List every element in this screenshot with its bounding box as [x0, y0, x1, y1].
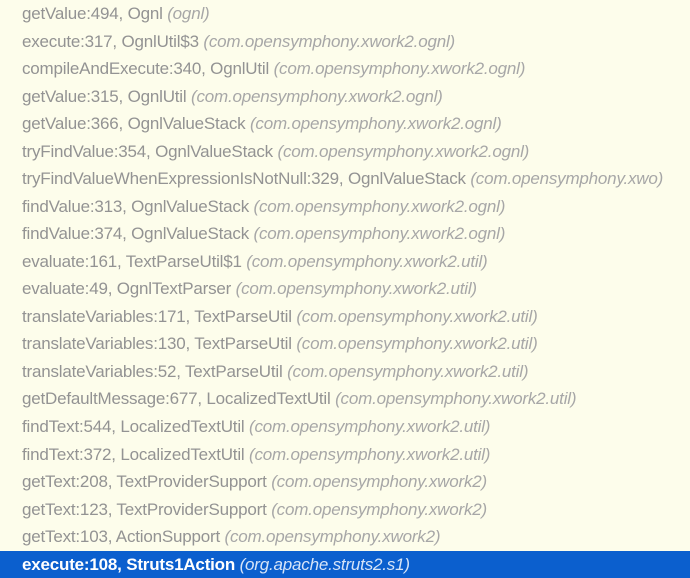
frame-signature: translateVariables:130, TextParseUtil [22, 334, 296, 353]
frame-package: (com.opensymphony.xwork2.util) [236, 279, 477, 298]
frame-signature: getValue:494, Ognl [22, 4, 167, 23]
stack-frame[interactable]: getValue:366, OgnlValueStack (com.opensy… [22, 110, 690, 138]
stack-frame[interactable]: findText:372, LocalizedTextUtil (com.ope… [22, 441, 690, 469]
stack-frame[interactable]: getText:103, ActionSupport (com.opensymp… [22, 523, 690, 551]
frame-signature: tryFindValueWhenExpressionIsNotNull:329,… [22, 169, 470, 188]
stack-frame[interactable]: translateVariables:52, TextParseUtil (co… [22, 358, 690, 386]
stack-frame[interactable]: evaluate:161, TextParseUtil$1 (com.opens… [22, 248, 690, 276]
frame-signature: getDefaultMessage:677, LocalizedTextUtil [22, 389, 335, 408]
stack-frame[interactable]: findValue:374, OgnlValueStack (com.opens… [22, 220, 690, 248]
frame-signature: getText:103, ActionSupport [22, 527, 225, 546]
frame-package: (com.opensymphony.xwork2.ognl) [254, 224, 506, 243]
frame-signature: findText:544, LocalizedTextUtil [22, 417, 249, 436]
frame-signature: translateVariables:52, TextParseUtil [22, 362, 287, 381]
frame-signature: compileAndExecute:340, OgnlUtil [22, 59, 274, 78]
frame-package: (com.opensymphony.xwork2.util) [287, 362, 528, 381]
frame-signature: getValue:315, OgnlUtil [22, 87, 191, 106]
stack-frame[interactable]: findText:544, LocalizedTextUtil (com.ope… [22, 413, 690, 441]
stack-frame[interactable]: translateVariables:171, TextParseUtil (c… [22, 303, 690, 331]
stack-frame[interactable]: getValue:315, OgnlUtil (com.opensymphony… [22, 83, 690, 111]
frame-signature: translateVariables:171, TextParseUtil [22, 307, 296, 326]
frame-package: (com.opensymphony.xwork2) [271, 500, 487, 519]
frame-package: (com.opensymphony.xwork2.ognl) [191, 87, 443, 106]
frame-signature: execute:317, OgnlUtil$3 [22, 32, 203, 51]
stack-frame[interactable]: tryFindValue:354, OgnlValueStack (com.op… [22, 138, 690, 166]
stack-frame[interactable]: execute:108, Struts1Action (org.apache.s… [0, 551, 690, 578]
frame-package: (com.opensymphony.xwork2.ognl) [250, 114, 502, 133]
frame-package: (com.opensymphony.xwork2.util) [249, 417, 490, 436]
frame-signature: findValue:374, OgnlValueStack [22, 224, 254, 243]
frame-package: (com.opensymphony.xwork2.util) [296, 307, 537, 326]
stack-frame[interactable]: compileAndExecute:340, OgnlUtil (com.ope… [22, 55, 690, 83]
frame-signature: findText:372, LocalizedTextUtil [22, 445, 249, 464]
frame-package: (com.opensymphony.xwork2.ognl) [203, 32, 455, 51]
frame-package: (com.opensymphony.xwork2.util) [249, 445, 490, 464]
frame-signature: getText:123, TextProviderSupport [22, 500, 271, 519]
frame-package: (com.opensymphony.xwork2.ognl) [254, 197, 506, 216]
stack-frame[interactable]: execute:317, OgnlUtil$3 (com.opensymphon… [22, 28, 690, 56]
frame-signature: getText:208, TextProviderSupport [22, 472, 271, 491]
frame-package: (com.opensymphony.xwork2.util) [246, 252, 487, 271]
frame-signature: tryFindValue:354, OgnlValueStack [22, 142, 277, 161]
frame-package: (com.opensymphony.xwork2.util) [335, 389, 576, 408]
stack-frame[interactable]: tryFindValueWhenExpressionIsNotNull:329,… [22, 165, 690, 193]
stack-frame[interactable]: findValue:313, OgnlValueStack (com.opens… [22, 193, 690, 221]
frame-package: (com.opensymphony.xwork2) [271, 472, 487, 491]
frame-package: (com.opensymphony.xwork2) [225, 527, 441, 546]
frame-package: (ognl) [167, 4, 209, 23]
frame-signature: evaluate:161, TextParseUtil$1 [22, 252, 246, 271]
frame-package: (org.apache.struts2.s1) [240, 555, 410, 574]
stack-frame[interactable]: getValue:494, Ognl (ognl) [22, 0, 690, 28]
stack-frame[interactable]: getText:123, TextProviderSupport (com.op… [22, 496, 690, 524]
frame-package: (com.opensymphony.xwork2.ognl) [277, 142, 529, 161]
frame-package: (com.opensymphony.xwork2.util) [296, 334, 537, 353]
frame-signature: execute:108, Struts1Action [22, 555, 240, 574]
stack-frame[interactable]: getText:208, TextProviderSupport (com.op… [22, 468, 690, 496]
stack-frame[interactable]: evaluate:49, OgnlTextParser (com.opensym… [22, 275, 690, 303]
frame-package: (com.opensymphony.xwork2.ognl) [274, 59, 526, 78]
stack-trace-panel: getValue:494, Ognl (ognl)execute:317, Og… [0, 0, 690, 578]
frame-signature: evaluate:49, OgnlTextParser [22, 279, 236, 298]
frame-package: (com.opensymphony.xwo) [470, 169, 663, 188]
frame-signature: findValue:313, OgnlValueStack [22, 197, 254, 216]
stack-frame[interactable]: translateVariables:130, TextParseUtil (c… [22, 330, 690, 358]
stack-frame[interactable]: getDefaultMessage:677, LocalizedTextUtil… [22, 385, 690, 413]
frame-signature: getValue:366, OgnlValueStack [22, 114, 250, 133]
